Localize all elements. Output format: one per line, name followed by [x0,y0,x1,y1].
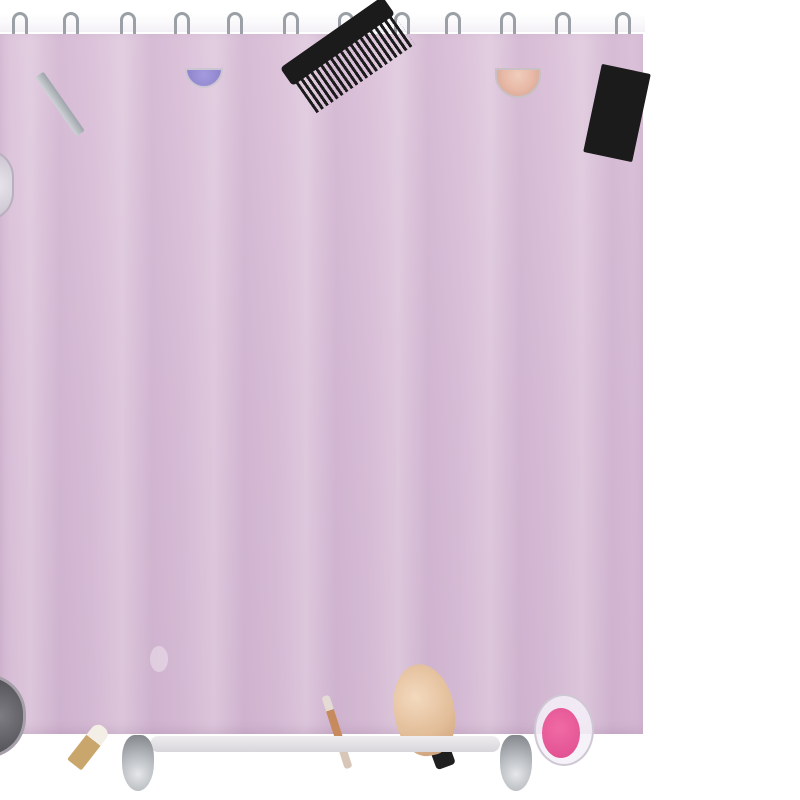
water-drop [150,646,168,672]
stand-foot-right [500,735,532,791]
shower-curtain-scene [0,0,800,800]
pink-blush [542,708,580,758]
lipstick [67,721,111,771]
purple-eyeshadow-compact [185,68,223,88]
gray-eyeshadow-compact [0,674,26,758]
peach-powder-compact [495,68,541,98]
makeup-pencil [321,694,353,770]
tweezers [35,71,85,137]
black-comb-2 [583,63,651,163]
curtain-rod [0,14,645,32]
silver-compact [0,149,14,221]
curtain-panel [0,0,651,771]
stand-base-bar [150,736,500,752]
stand-foot-left [122,735,154,791]
